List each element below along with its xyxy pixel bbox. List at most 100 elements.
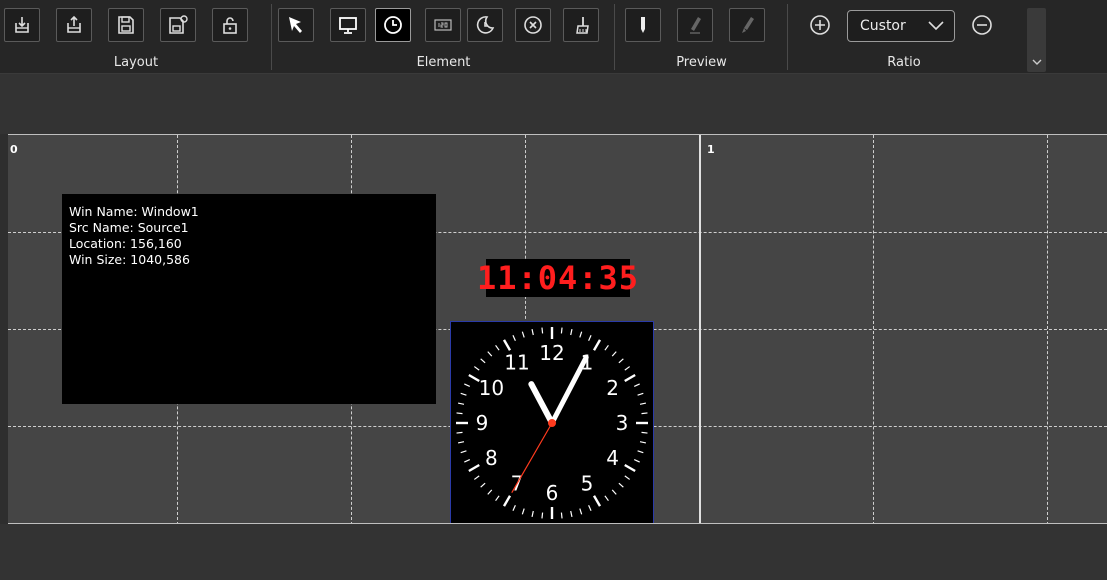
clock-number: 2 <box>606 376 619 400</box>
brush-icon <box>742 17 754 33</box>
pen-icon <box>641 17 645 33</box>
clock-tick <box>521 331 525 338</box>
zoom-out-button[interactable] <box>964 8 1000 42</box>
clock-tick <box>639 441 647 444</box>
plus-circle-icon <box>810 15 830 35</box>
clock-tick <box>637 450 644 454</box>
ruler-band <box>0 74 1107 134</box>
layout-group: Layout <box>0 0 272 74</box>
clock-number: 3 <box>616 411 629 435</box>
save-as-layout-button[interactable] <box>160 8 196 42</box>
clock-tick <box>592 339 602 351</box>
screen-label-1: 1 <box>707 143 715 156</box>
clock-tick <box>570 510 573 518</box>
clear-elements-button[interactable] <box>563 8 599 42</box>
clock-tick <box>502 495 512 507</box>
clock-tick <box>624 463 636 473</box>
clock-tick <box>495 495 500 502</box>
monitor-icon <box>339 17 357 34</box>
clock-number: 12 <box>539 341 564 365</box>
export-layout-button[interactable] <box>56 8 92 42</box>
clock-tick <box>521 508 525 515</box>
window-name: Win Name: Window1 <box>69 204 199 219</box>
zoom-in-button[interactable] <box>802 8 838 42</box>
clock-center-pin <box>548 419 556 427</box>
preview-pencil-button[interactable] <box>677 8 713 42</box>
arrow-cursor-icon <box>289 17 302 33</box>
ratio-group: Custor Ratio <box>788 0 1020 74</box>
floppy-icon <box>118 16 134 34</box>
clock-hands <box>511 354 589 493</box>
clock-tick <box>456 431 463 434</box>
clock-tick <box>457 441 465 444</box>
add-window-button[interactable] <box>330 8 366 42</box>
preview-brush-button[interactable] <box>729 8 765 42</box>
chevron-down-icon <box>1032 59 1041 65</box>
element-group-label: Element <box>416 55 471 70</box>
clock-tick <box>480 358 486 364</box>
digital-clock-element[interactable]: 11:04:35 <box>477 259 638 297</box>
clock-tick <box>611 489 617 495</box>
layout-canvas[interactable]: 0 1 Win Name: Window1 Src Name: Source1 … <box>8 134 1107 524</box>
clock-tick <box>541 327 544 334</box>
clock-tick <box>473 366 480 371</box>
clock-minute-hand <box>549 354 589 426</box>
save-layout-button[interactable] <box>108 8 144 42</box>
select-tool-button[interactable] <box>278 8 314 42</box>
clock-tick <box>457 402 465 405</box>
clock-tick <box>560 512 563 519</box>
chevron-down-icon <box>928 21 944 31</box>
clock-tick <box>464 383 471 387</box>
lock-layout-button[interactable] <box>212 8 248 42</box>
clock-tick <box>473 475 480 480</box>
clock-tick <box>570 328 573 336</box>
delete-element-button[interactable] <box>515 8 551 42</box>
analog-clock-element[interactable]: 121234567891011 <box>450 321 654 523</box>
clock-tick <box>560 327 563 334</box>
digital-clock-icon <box>434 19 452 31</box>
clock-number: 11 <box>504 350 529 374</box>
clock-tick <box>495 344 500 351</box>
close-circle-icon <box>524 16 542 34</box>
clock-tick <box>588 504 592 511</box>
clock-number: 4 <box>606 446 619 470</box>
clock-tick <box>633 383 640 387</box>
toolbar-overflow-button[interactable] <box>1027 8 1046 72</box>
clock-number: 8 <box>485 446 498 470</box>
clock-tick <box>460 392 467 396</box>
clock-tick <box>611 351 617 357</box>
clock-tick <box>531 510 534 518</box>
clock-tick <box>464 459 471 463</box>
add-timer-button[interactable] <box>467 8 503 42</box>
clock-tick <box>588 335 592 342</box>
window-location: Location: 156,160 <box>69 236 182 251</box>
add-analog-clock-button[interactable] <box>375 8 411 42</box>
clock-tick <box>531 328 534 336</box>
preview-group-label: Preview <box>676 55 727 70</box>
clock-tick <box>618 358 624 364</box>
clock-tick <box>618 482 624 488</box>
clock-tick <box>456 412 463 415</box>
pencil-icon <box>690 17 701 34</box>
clock-tick <box>604 495 609 502</box>
ratio-select[interactable]: Custor <box>847 10 955 42</box>
clock-hour-hand <box>528 381 555 426</box>
toolbar: Layout Element Preview Custor Ratio <box>0 0 1107 74</box>
clock-tick <box>579 508 583 515</box>
clock-tick <box>487 351 493 357</box>
tray-up-icon <box>67 15 81 33</box>
digital-clock-time: 11:04:35 <box>476 259 640 297</box>
broom-icon <box>576 17 589 34</box>
add-digital-clock-button[interactable] <box>425 8 461 42</box>
preview-pen-button[interactable] <box>625 8 661 42</box>
clock-number: 5 <box>581 472 594 496</box>
clock-tick <box>502 339 512 351</box>
element-group: Element <box>272 0 615 74</box>
window-element[interactable]: Win Name: Window1 Src Name: Source1 Loca… <box>62 194 436 404</box>
clock-tick <box>624 475 631 480</box>
source-name: Src Name: Source1 <box>69 220 189 235</box>
screen-divider <box>699 135 701 523</box>
import-layout-button[interactable] <box>4 8 40 42</box>
clock-tick <box>579 331 583 338</box>
clock-tick <box>460 450 467 454</box>
